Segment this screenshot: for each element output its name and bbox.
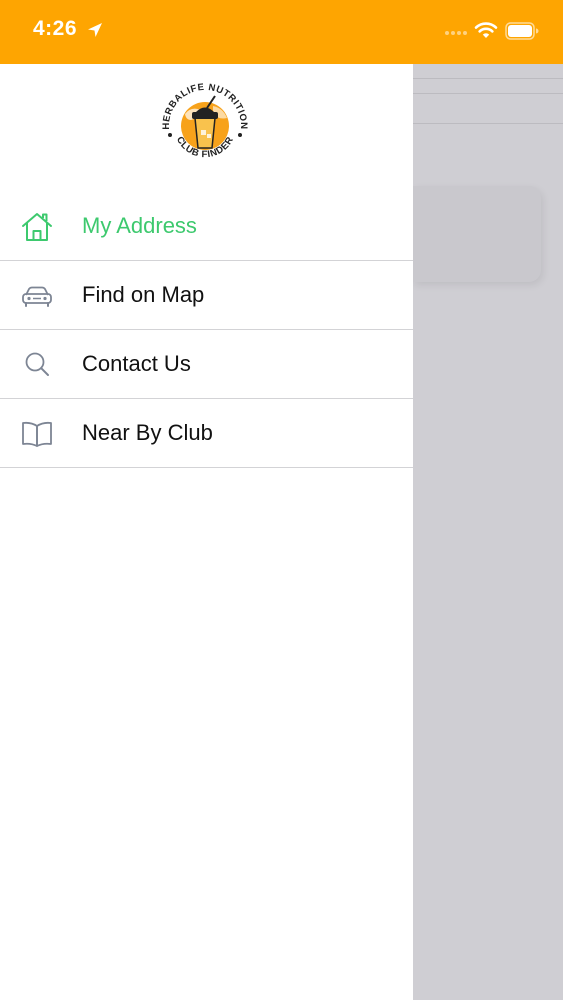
search-icon xyxy=(25,352,49,376)
menu-item-label: Find on Map xyxy=(82,282,205,307)
divider xyxy=(413,78,563,79)
divider xyxy=(413,93,563,94)
car-icon xyxy=(22,286,52,307)
battery-icon xyxy=(505,22,539,40)
background-card xyxy=(413,186,541,282)
herbalife-club-finder-logo: HERBALIFE NUTRITION CLUB FINDER xyxy=(161,82,248,160)
menu-item-near-by-club[interactable]: Near By Club xyxy=(0,400,413,468)
menu-item-my-address[interactable]: My Address xyxy=(0,193,413,261)
status-time: 4:26 xyxy=(33,17,78,40)
app-screen: 4:26 HERBALIFE NUTRITION CLUB FINDER My … xyxy=(0,0,563,1000)
wifi-icon xyxy=(474,22,498,38)
book-icon xyxy=(22,421,52,447)
menu-item-contact-us[interactable]: Contact Us xyxy=(0,331,413,399)
menu-item-label: My Address xyxy=(82,213,197,238)
menu-item-label: Near By Club xyxy=(82,420,213,445)
menu-item-label: Contact Us xyxy=(82,351,191,376)
side-menu-drawer: HERBALIFE NUTRITION CLUB FINDER My Addre… xyxy=(0,64,413,1000)
drawer-header: HERBALIFE NUTRITION CLUB FINDER xyxy=(0,64,413,192)
status-bar: 4:26 xyxy=(0,0,563,64)
menu-item-find-on-map[interactable]: Find on Map xyxy=(0,262,413,330)
location-arrow-icon xyxy=(88,23,102,37)
cellular-signal-icon xyxy=(445,31,467,35)
background-page[interactable] xyxy=(413,64,563,1000)
divider xyxy=(413,123,563,124)
home-icon xyxy=(22,213,52,241)
